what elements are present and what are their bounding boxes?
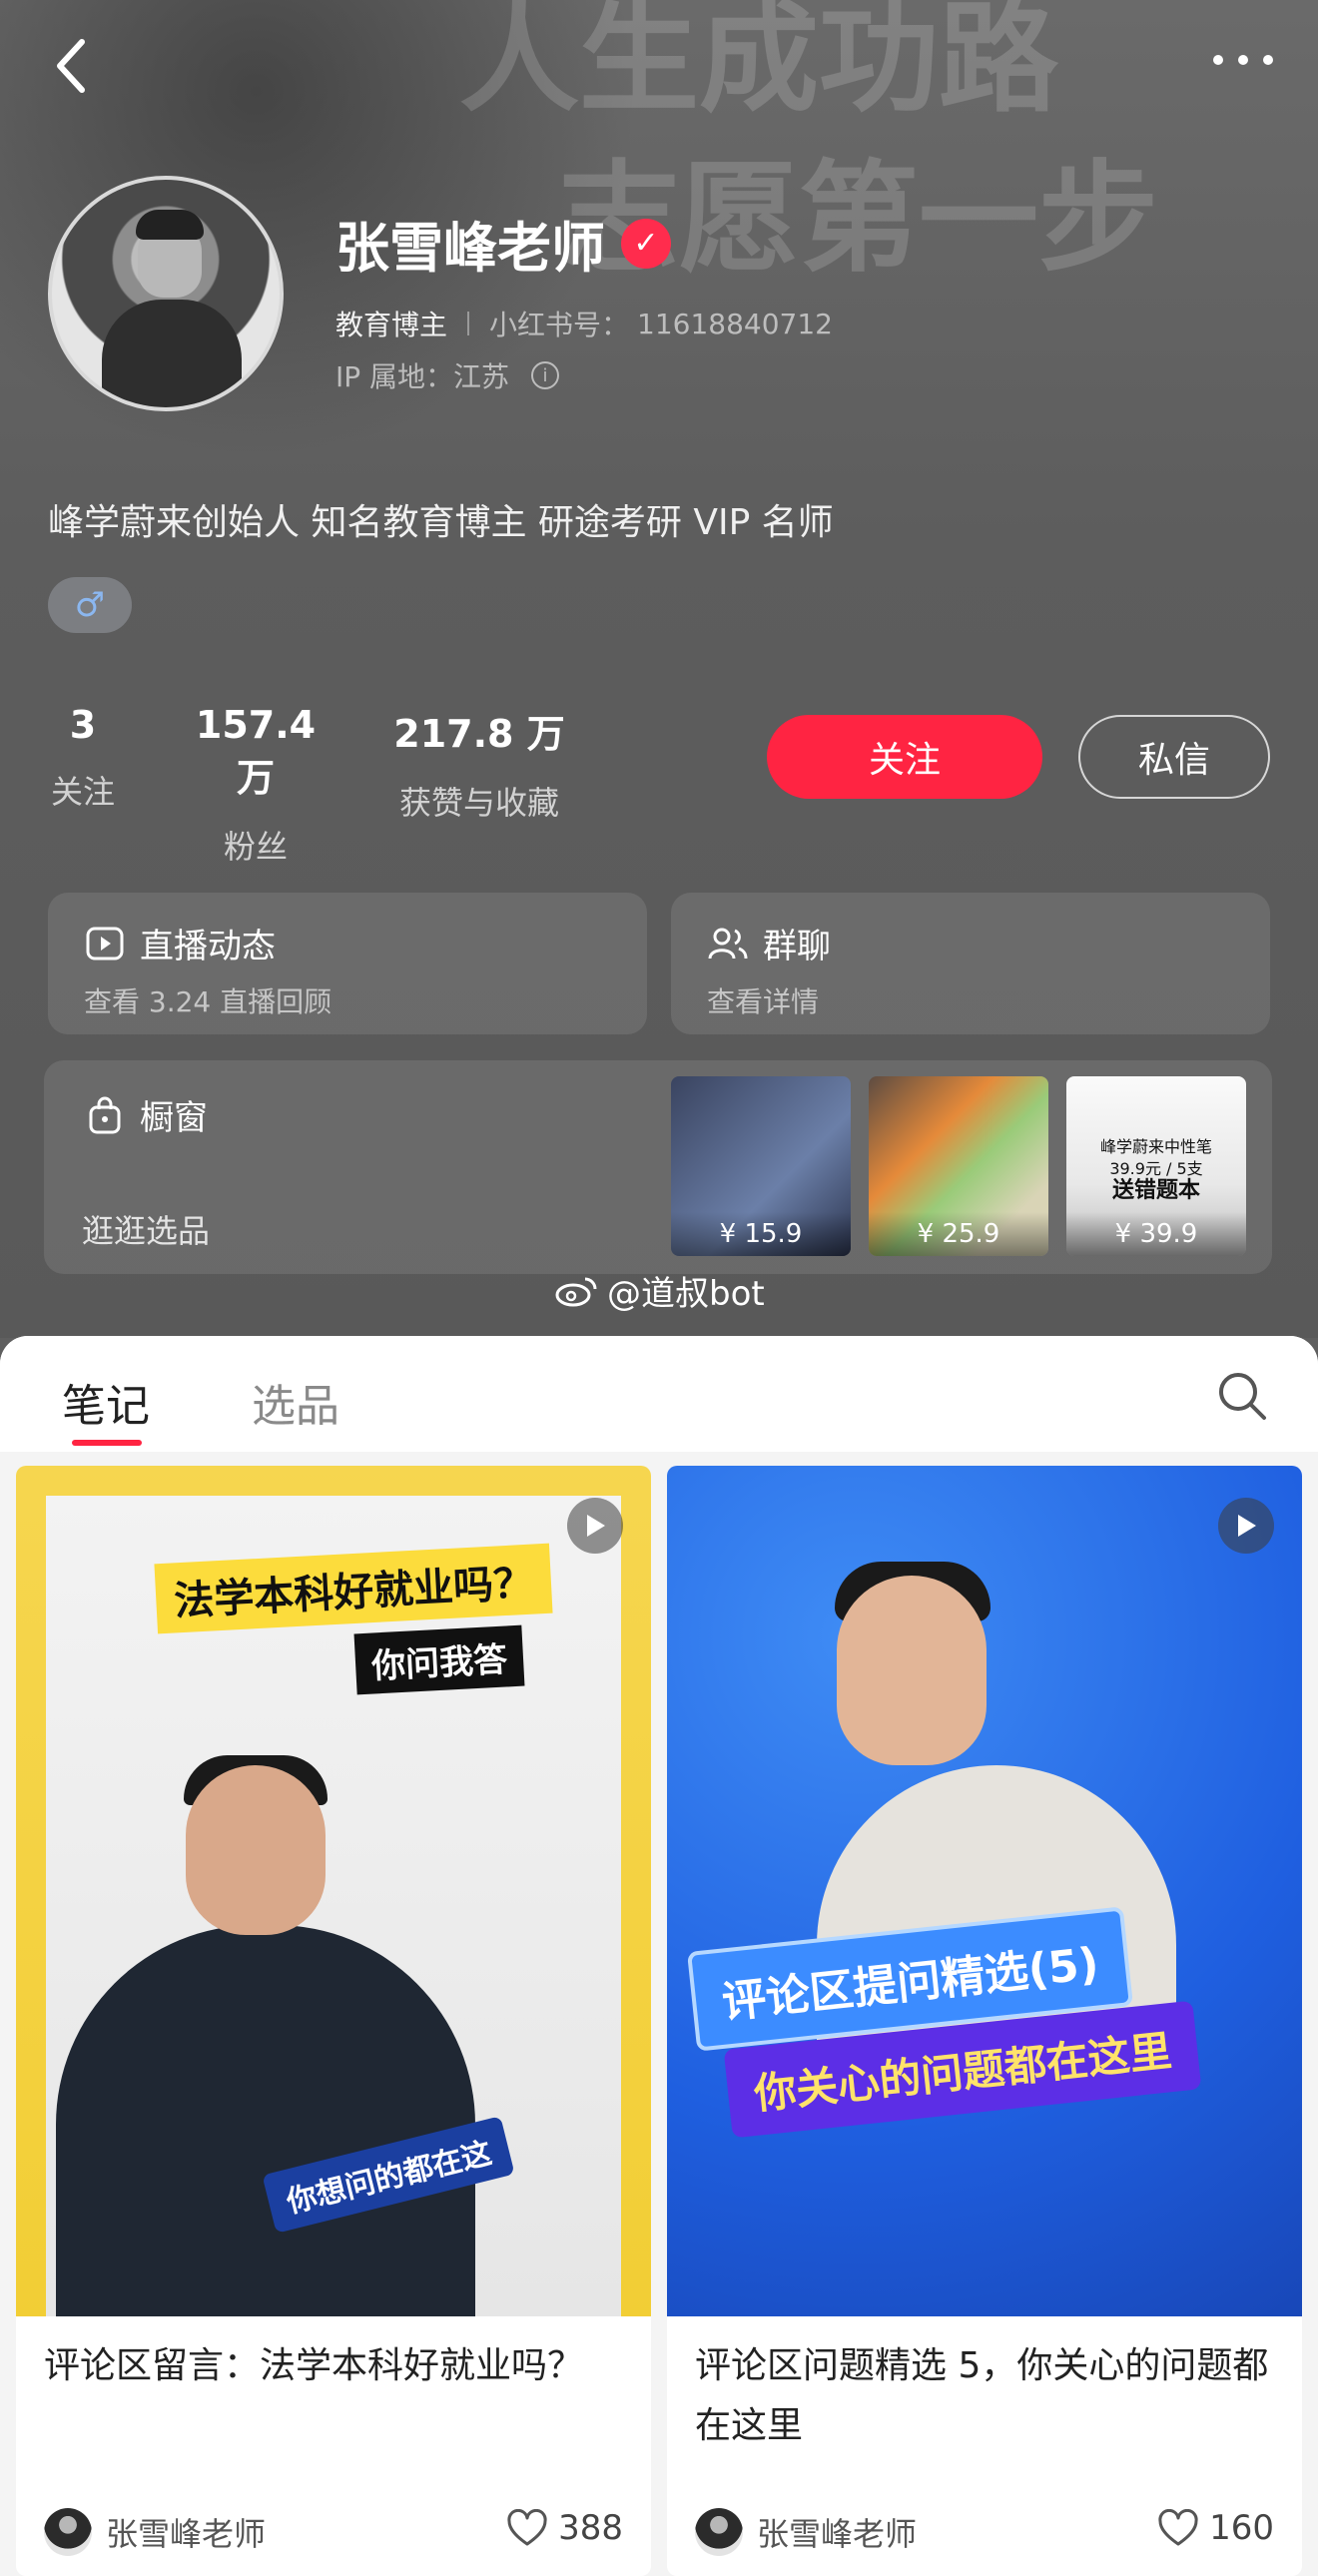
note-card[interactable]: 法学本科好就业吗？ 你问我答 你想问的都在这 评论区留言：法学本科好就业吗？ 张… — [16, 1466, 651, 2576]
ip-location: IP 属地：江苏 — [335, 360, 510, 393]
info-icon[interactable]: i — [531, 361, 560, 389]
message-button[interactable]: 私信 — [1078, 715, 1270, 799]
like-button[interactable]: 160 — [1157, 2508, 1274, 2548]
author-avatar — [695, 2508, 743, 2556]
heart-icon — [1158, 2509, 1198, 2546]
verified-icon: ✓ — [621, 218, 671, 269]
likes-label: 获赞与收藏 — [398, 784, 559, 822]
live-icon — [84, 923, 126, 965]
back-icon[interactable] — [48, 30, 98, 100]
fans-label: 粉丝 — [223, 828, 288, 866]
like-count: 388 — [558, 2508, 623, 2548]
note-card[interactable]: 评论区提问精选(5) 你关心的问题都在这里 评论区问题精选 5，你关心的问题都在… — [667, 1466, 1302, 2576]
like-count: 160 — [1209, 2508, 1274, 2548]
tab-indicator — [72, 1440, 142, 1446]
watermark-text: @道叔bot — [607, 1274, 765, 1314]
content-tabs: 笔记 选品 — [0, 1336, 1318, 1452]
more-icon[interactable] — [1208, 40, 1278, 80]
group-icon — [707, 923, 749, 965]
ip-location-row: IP 属地：江苏 i — [335, 355, 560, 395]
divider — [467, 312, 470, 335]
note-author[interactable]: 张雪峰老师 — [695, 2508, 917, 2556]
stat-likes[interactable]: 217.8 万 获赞与收藏 — [389, 703, 569, 824]
profile-meta: 教育博主 小红书号： 11618840712 — [335, 304, 833, 343]
tab-notes[interactable]: 笔记 — [62, 1370, 150, 1434]
watermark: @道叔bot — [555, 1266, 765, 1315]
product-price: ¥ 25.9 — [869, 1212, 1048, 1256]
search-icon[interactable] — [1216, 1370, 1268, 1422]
like-button[interactable]: 388 — [506, 2508, 623, 2548]
live-card[interactable]: 直播动态 查看 3.24 直播回顾 — [48, 893, 647, 1034]
shop-title: 橱窗 — [140, 1098, 208, 1138]
product-caption: 峰学蔚来中性笔 39.9元 / 5支 送错题本 — [1099, 1137, 1212, 1203]
profile-name: 张雪峰老师 — [335, 217, 605, 280]
stat-following[interactable]: 3 关注 — [48, 703, 118, 813]
author-name: 张雪峰老师 — [757, 2515, 918, 2553]
male-icon: ♂ — [48, 577, 132, 633]
cover-subheadline: 你问我答 — [353, 1624, 525, 1695]
note-title[interactable]: 评论区问题精选 5，你关心的问题都在这里 — [695, 2336, 1284, 2456]
following-count: 3 — [69, 703, 97, 747]
note-title[interactable]: 评论区留言：法学本科好就业吗？ — [44, 2336, 633, 2396]
play-icon — [1218, 1498, 1274, 1554]
author-avatar — [44, 2508, 92, 2556]
live-title: 直播动态 — [140, 927, 276, 966]
id-label: 小红书号： — [489, 309, 630, 341]
likes-count: 217.8 万 — [393, 712, 565, 756]
profile-name-row: 张雪峰老师 ✓ — [335, 204, 671, 283]
shop-window-card[interactable]: 橱窗 逛逛选品 ¥ 15.9 ¥ 25.9 峰学蔚来中性笔 39.9元 / 5支… — [44, 1060, 1272, 1274]
note-author[interactable]: 张雪峰老师 — [44, 2508, 266, 2556]
group-subtitle: 查看详情 — [707, 985, 820, 1018]
product-thumbnail[interactable]: ¥ 25.9 — [869, 1076, 1048, 1256]
tab-selection[interactable]: 选品 — [252, 1370, 339, 1434]
heart-icon — [507, 2509, 547, 2546]
avatar[interactable] — [48, 176, 284, 411]
id-value: 11618840712 — [637, 307, 833, 340]
note-cover[interactable]: 评论区提问精选(5) 你关心的问题都在这里 — [667, 1466, 1302, 2316]
following-label: 关注 — [50, 773, 115, 811]
follow-button[interactable]: 关注 — [767, 715, 1042, 799]
profile-bio: 峰学蔚来创始人 知名教育博主 研途考研 VIP 名师 — [48, 502, 834, 543]
author-name: 张雪峰老师 — [106, 2515, 267, 2553]
group-chat-card[interactable]: 群聊 查看详情 — [671, 893, 1270, 1034]
profile-tag: 教育博主 — [335, 309, 448, 341]
bag-icon — [84, 1094, 126, 1136]
product-price: ¥ 15.9 — [671, 1212, 851, 1256]
note-cover[interactable]: 法学本科好就业吗？ 你问我答 你想问的都在这 — [16, 1466, 651, 2316]
product-thumbnail[interactable]: ¥ 15.9 — [671, 1076, 851, 1256]
banner-text: 人生成功路 志愿第一步 — [459, 0, 1158, 289]
stat-fans[interactable]: 157.4 万 粉丝 — [176, 703, 335, 868]
play-icon — [567, 1498, 623, 1554]
group-title: 群聊 — [763, 927, 831, 966]
content-panel: 笔记 选品 法学本科好就业吗？ 你问我答 你想问的都在这 评论区留言：法学本科好… — [0, 1336, 1318, 2576]
fans-count: 157.4 万 — [195, 703, 317, 800]
product-price: ¥ 39.9 — [1066, 1212, 1246, 1256]
product-thumbnail[interactable]: 峰学蔚来中性笔 39.9元 / 5支 送错题本 ¥ 39.9 — [1066, 1076, 1246, 1256]
weibo-icon — [555, 1275, 599, 1307]
live-subtitle: 查看 3.24 直播回顾 — [84, 985, 332, 1018]
shop-subtitle: 逛逛选品 — [82, 1212, 211, 1250]
